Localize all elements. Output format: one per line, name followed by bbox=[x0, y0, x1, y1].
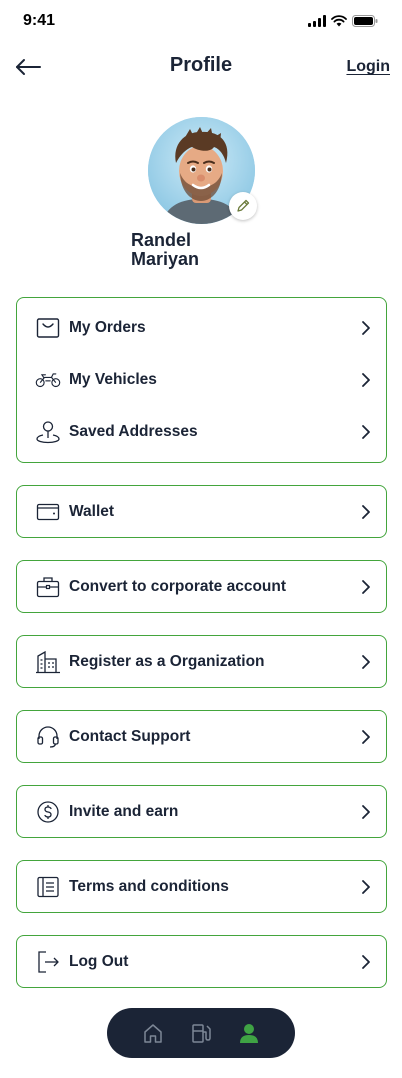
terms-card: Terms and conditions bbox=[16, 860, 387, 913]
user-name: Randel Mariyan bbox=[131, 231, 251, 269]
login-link[interactable]: Login bbox=[346, 58, 390, 76]
menu-label-terms: Terms and conditions bbox=[69, 878, 229, 895]
menu-label-saved-addresses: Saved Addresses bbox=[69, 423, 198, 440]
chevron-right-icon bbox=[360, 320, 372, 336]
chevron-right-icon bbox=[360, 372, 372, 388]
menu-item-register-organization[interactable]: Register as a Organization bbox=[17, 636, 386, 688]
motorbike-icon bbox=[35, 367, 61, 393]
menu-item-my-orders[interactable]: My Orders bbox=[17, 302, 386, 354]
pencil-icon bbox=[237, 199, 250, 212]
menu-item-terms[interactable]: Terms and conditions bbox=[17, 861, 386, 913]
menu-label-wallet: Wallet bbox=[69, 503, 115, 520]
header: Profile Login bbox=[0, 48, 402, 86]
document-icon bbox=[35, 874, 61, 900]
user-first-name: Randel bbox=[131, 230, 192, 250]
location-pin-icon bbox=[35, 419, 61, 445]
avatar-container bbox=[148, 117, 257, 224]
support-card: Contact Support bbox=[16, 710, 387, 763]
status-time: 9:41 bbox=[23, 12, 56, 29]
chevron-right-icon bbox=[360, 424, 372, 440]
nav-home-button[interactable] bbox=[138, 1018, 168, 1048]
menu-label-invite-earn: Invite and earn bbox=[69, 803, 179, 820]
menu-label-convert-corporate: Convert to corporate account bbox=[69, 578, 287, 595]
chevron-right-icon bbox=[360, 654, 372, 670]
menu-item-saved-addresses[interactable]: Saved Addresses bbox=[17, 406, 386, 458]
menu-item-invite-earn[interactable]: Invite and earn bbox=[17, 786, 386, 838]
status-icons bbox=[308, 15, 378, 27]
chevron-right-icon bbox=[360, 954, 372, 970]
headset-icon bbox=[35, 724, 61, 750]
corporate-card: Convert to corporate account bbox=[16, 560, 387, 613]
building-icon bbox=[35, 649, 61, 675]
nav-fuel-button[interactable] bbox=[186, 1018, 216, 1048]
chevron-right-icon bbox=[360, 729, 372, 745]
bag-icon bbox=[35, 315, 61, 341]
chevron-right-icon bbox=[360, 879, 372, 895]
orders-group-card: My Orders My Vehicles Saved Addresses bbox=[16, 297, 387, 463]
menu-item-contact-support[interactable]: Contact Support bbox=[17, 711, 386, 763]
menu-item-convert-corporate[interactable]: Convert to corporate account bbox=[17, 561, 386, 613]
user-last-name: Mariyan bbox=[131, 249, 200, 269]
menu-label-my-orders: My Orders bbox=[69, 319, 146, 336]
page-title: Profile bbox=[169, 54, 233, 76]
chevron-right-icon bbox=[360, 579, 372, 595]
profile-icon bbox=[240, 1024, 258, 1043]
menu-item-wallet[interactable]: Wallet bbox=[17, 486, 386, 538]
home-icon bbox=[144, 1024, 162, 1043]
wifi-icon bbox=[331, 15, 347, 27]
briefcase-icon bbox=[35, 574, 61, 600]
bottom-nav bbox=[107, 1008, 295, 1058]
logout-icon bbox=[35, 949, 61, 975]
menu-label-contact-support: Contact Support bbox=[69, 728, 191, 745]
edit-avatar-button[interactable] bbox=[229, 192, 257, 220]
logout-card: Log Out bbox=[16, 935, 387, 988]
menu-label-register-organization: Register as a Organization bbox=[69, 653, 265, 670]
signal-icon bbox=[308, 15, 326, 27]
chevron-right-icon bbox=[360, 504, 372, 520]
wallet-card: Wallet bbox=[16, 485, 387, 538]
status-bar: 9:41 bbox=[0, 0, 402, 44]
menu-item-logout[interactable]: Log Out bbox=[17, 936, 386, 988]
menu-label-my-vehicles: My Vehicles bbox=[69, 371, 157, 388]
fuel-pump-icon bbox=[192, 1024, 211, 1043]
menu-label-logout: Log Out bbox=[69, 953, 129, 970]
chevron-right-icon bbox=[360, 804, 372, 820]
dollar-coin-icon bbox=[35, 799, 61, 825]
organization-card: Register as a Organization bbox=[16, 635, 387, 688]
nav-profile-button[interactable] bbox=[234, 1018, 264, 1048]
invite-card: Invite and earn bbox=[16, 785, 387, 838]
battery-icon bbox=[352, 15, 378, 27]
wallet-icon bbox=[35, 499, 61, 525]
menu-item-my-vehicles[interactable]: My Vehicles bbox=[17, 354, 386, 406]
